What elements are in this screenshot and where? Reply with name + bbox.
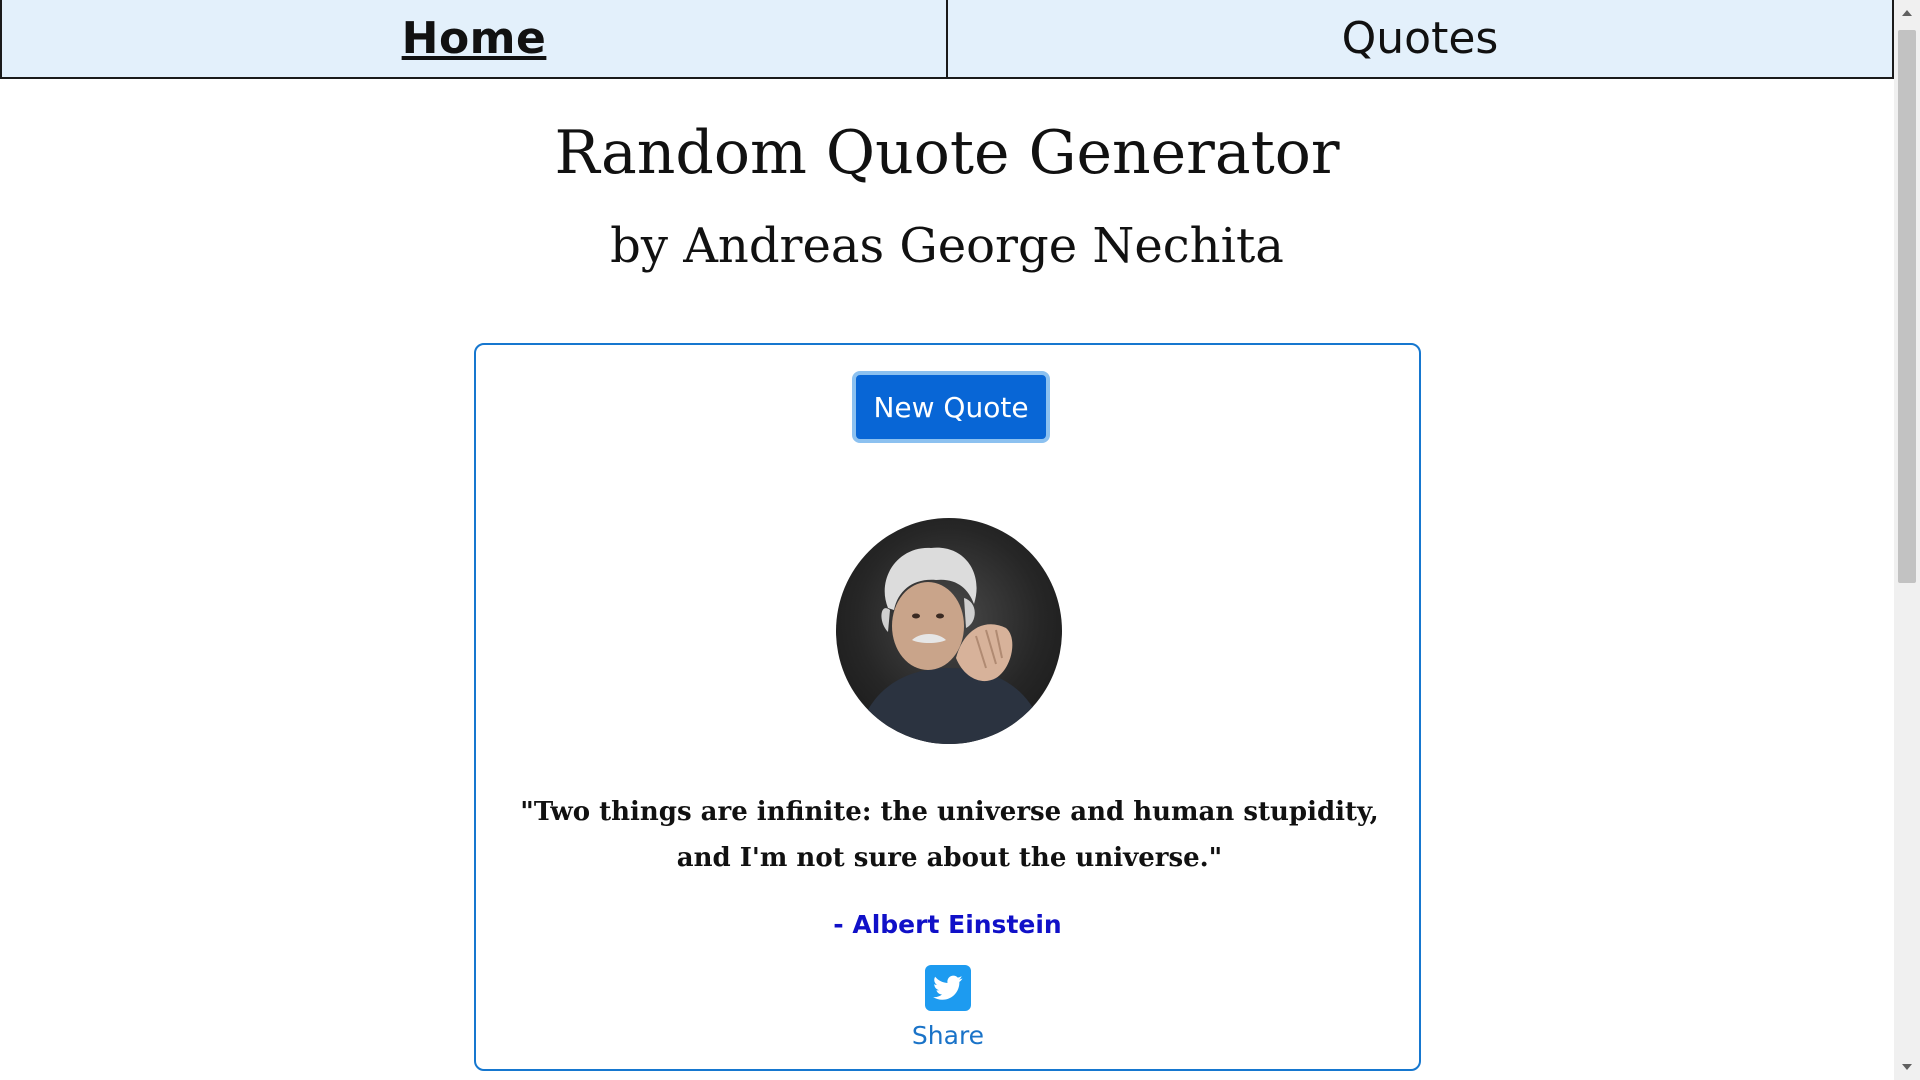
twitter-share-link[interactable]: Share xyxy=(896,965,1000,1055)
nav-tab-home[interactable]: Home xyxy=(0,0,948,79)
top-nav: Home Quotes xyxy=(0,0,1894,79)
share-label: Share xyxy=(911,1021,985,1050)
scrollbar-thumb[interactable] xyxy=(1898,30,1916,583)
page-title: Random Quote Generator xyxy=(554,118,1340,188)
nav-tab-quotes-label: Quotes xyxy=(1341,13,1499,64)
scroll-down-arrow-icon[interactable] xyxy=(1894,1054,1920,1080)
vertical-scrollbar[interactable] xyxy=(1894,0,1920,1080)
nav-tab-quotes[interactable]: Quotes xyxy=(948,0,1894,79)
twitter-icon xyxy=(925,965,971,1011)
new-quote-button[interactable]: New Quote xyxy=(852,371,1050,443)
nav-tab-home-label: Home xyxy=(401,13,547,64)
portrait-illustration xyxy=(856,547,1046,744)
scroll-up-arrow-icon[interactable] xyxy=(1894,0,1920,26)
page-subtitle: by Andreas George Nechita xyxy=(610,218,1284,274)
quote-author: - Albert Einstein xyxy=(833,910,1062,939)
page: Home Quotes Random Quote Generator by An… xyxy=(0,0,1894,1080)
author-portrait xyxy=(836,518,1062,744)
quote-card: New Quote "Two things are infinite: the … xyxy=(474,343,1421,1071)
quote-text: "Two things are infinite: the universe a… xyxy=(520,797,1379,873)
